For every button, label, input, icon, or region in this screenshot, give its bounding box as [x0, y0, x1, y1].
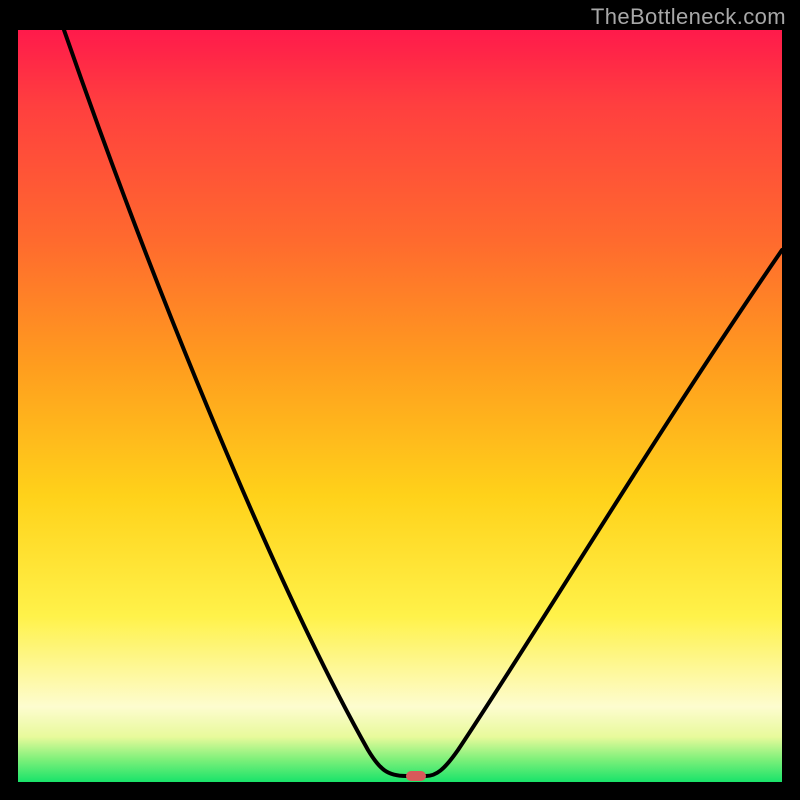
chart-stage: TheBottleneck.com — [0, 0, 800, 800]
plot-area — [18, 30, 782, 782]
bottleneck-marker — [406, 771, 426, 781]
watermark-text: TheBottleneck.com — [591, 4, 786, 30]
curve-layer — [18, 30, 782, 782]
bottleneck-curve — [64, 30, 782, 776]
